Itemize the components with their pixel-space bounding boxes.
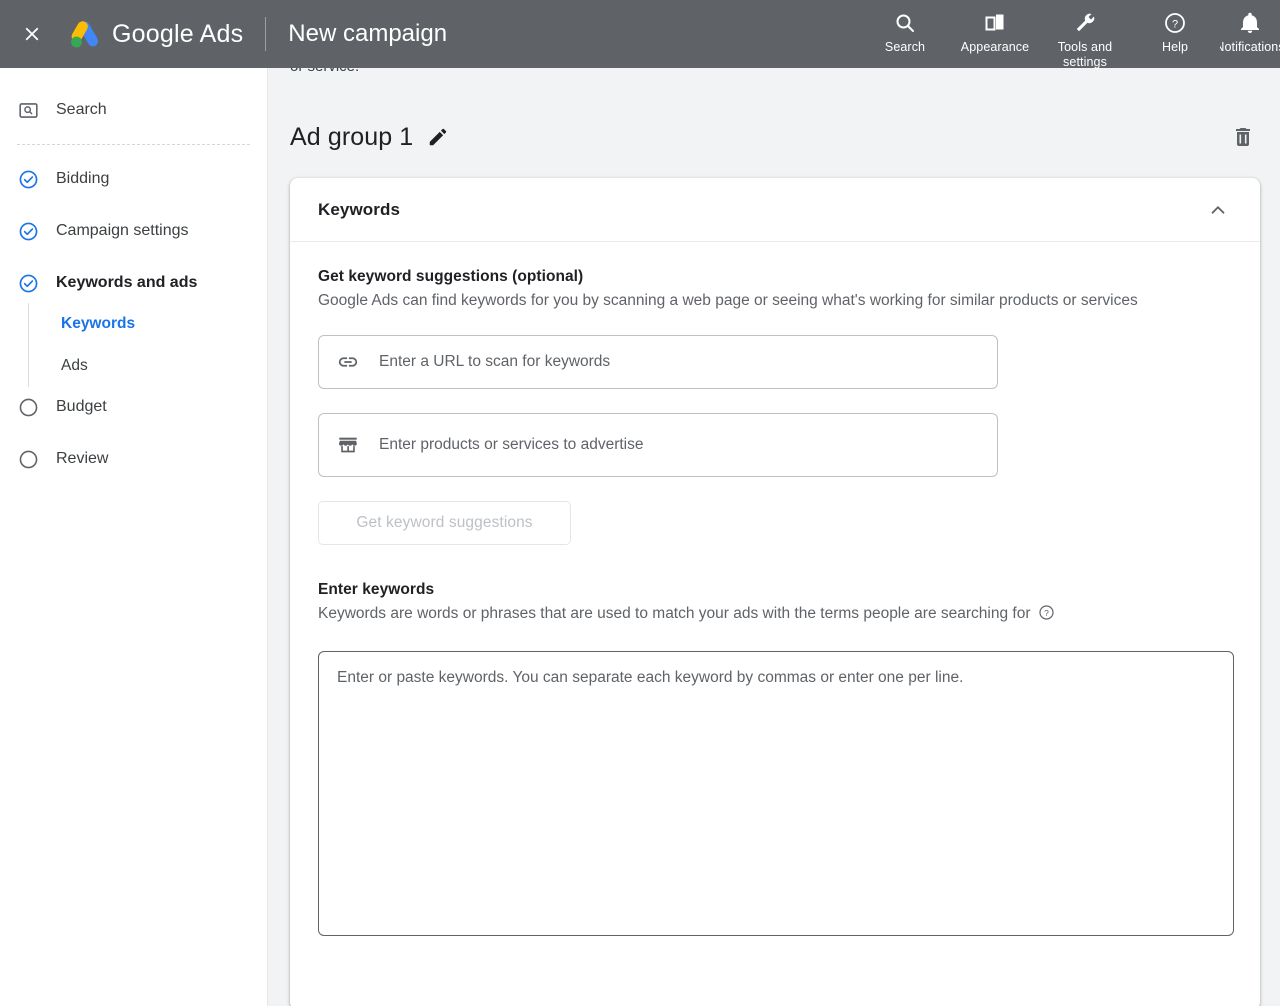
- check-circle-icon: [17, 168, 39, 190]
- sidebar-nav: Search Bidding Campaign settings Keyword…: [0, 68, 268, 1006]
- header-search-button[interactable]: Search: [860, 6, 950, 55]
- sidebar-item-search-label: Search: [56, 101, 107, 118]
- header-divider: [265, 17, 267, 51]
- keywords-card: Keywords Get keyword suggestions (option…: [290, 178, 1260, 1006]
- check-circle-icon: [17, 272, 39, 294]
- enter-keywords-title: Enter keywords: [318, 581, 435, 598]
- ad-group-header: Ad group 1: [290, 116, 1258, 158]
- header-tools-settings-button[interactable]: Tools and settings: [1040, 6, 1130, 70]
- header-appearance-button[interactable]: Appearance: [950, 6, 1040, 55]
- header-notifications-button[interactable]: Notifications: [1220, 6, 1280, 55]
- header-help-label: Help: [1161, 40, 1189, 54]
- keywords-card-body: Get keyword suggestions (optional) Googl…: [290, 242, 1260, 941]
- storefront-icon: [335, 434, 361, 456]
- google-ads-logo-icon: [66, 16, 102, 52]
- appearance-icon: [983, 10, 1007, 36]
- url-scan-field[interactable]: [318, 335, 998, 389]
- sidebar-item-budget-label: Budget: [56, 398, 107, 415]
- header-appearance-label: Appearance: [960, 40, 1030, 54]
- sidebar-item-ads-label: Ads: [61, 357, 88, 374]
- brand-google-label: Google: [112, 19, 194, 48]
- page-title: New campaign: [288, 20, 448, 47]
- ad-group-title: Ad group 1: [290, 122, 414, 151]
- sidebar-item-keywords[interactable]: Keywords: [49, 303, 267, 345]
- sidebar-item-review[interactable]: Review: [0, 439, 267, 479]
- svg-text:?: ?: [1044, 608, 1049, 618]
- scrolled-text-fragment: or service.: [290, 68, 359, 75]
- brand-ads-label: Ads: [199, 19, 244, 48]
- google-ads-brand[interactable]: Google Ads: [66, 16, 243, 52]
- header-notifications-label: Notifications: [1220, 40, 1280, 54]
- header-actions: Search Appearance Tools and settings ? H…: [860, 0, 1280, 70]
- keywords-card-title: Keywords: [318, 199, 401, 219]
- sidebar-item-bidding-label: Bidding: [56, 170, 110, 187]
- sidebar-item-keywords-and-ads-label: Keywords and ads: [56, 274, 198, 291]
- chevron-up-icon[interactable]: [1204, 196, 1232, 224]
- search-icon: [893, 10, 917, 36]
- svg-text:?: ?: [1172, 18, 1178, 30]
- sidebar-item-keywords-and-ads[interactable]: Keywords and ads: [0, 263, 267, 303]
- keywords-card-header[interactable]: Keywords: [290, 178, 1260, 242]
- keyword-suggestions-description: Google Ads can find keywords for you by …: [318, 292, 1138, 309]
- sidebar-subnav: Keywords Ads: [28, 303, 267, 387]
- empty-circle-icon: [17, 396, 39, 418]
- sidebar-divider: [17, 144, 250, 145]
- products-services-input[interactable]: [377, 435, 981, 455]
- sidebar-item-campaign-settings[interactable]: Campaign settings: [0, 211, 267, 251]
- enter-keywords-description: Keywords are words or phrases that are u…: [318, 604, 1232, 627]
- sidebar-item-bidding[interactable]: Bidding: [0, 159, 267, 199]
- empty-circle-icon: [17, 448, 39, 470]
- sidebar-item-budget[interactable]: Budget: [0, 387, 267, 427]
- trash-icon[interactable]: [1228, 122, 1258, 152]
- keyword-suggestions-title: Get keyword suggestions (optional): [318, 268, 584, 285]
- url-scan-input[interactable]: [377, 352, 981, 372]
- link-icon: [335, 351, 361, 373]
- keywords-textarea[interactable]: [318, 651, 1234, 936]
- help-circle-icon: ?: [1163, 10, 1187, 36]
- sidebar-item-review-label: Review: [56, 450, 109, 467]
- close-button[interactable]: [10, 12, 54, 56]
- header-help-button[interactable]: ? Help: [1130, 6, 1220, 55]
- search-box-icon: [17, 99, 39, 121]
- top-header-bar: Google Ads New campaign Search Appearanc…: [0, 0, 1280, 70]
- sidebar-item-search[interactable]: Search: [0, 90, 267, 130]
- products-services-field[interactable]: [318, 413, 998, 477]
- check-circle-icon: [17, 220, 39, 242]
- get-keyword-suggestions-button[interactable]: Get keyword suggestions: [318, 501, 571, 545]
- sidebar-item-keywords-label: Keywords: [61, 315, 136, 332]
- sidebar-item-ads[interactable]: Ads: [49, 345, 267, 387]
- header-search-label: Search: [884, 40, 926, 54]
- brand-text: Google Ads: [112, 20, 243, 49]
- bell-icon: [1238, 10, 1262, 36]
- close-icon: [21, 23, 43, 45]
- main-content: or service. Ad group 1 Keywords Get keyw…: [268, 68, 1280, 1006]
- pencil-icon[interactable]: [425, 124, 451, 150]
- help-circle-icon[interactable]: ?: [1038, 604, 1055, 627]
- enter-keywords-description-text: Keywords are words or phrases that are u…: [318, 605, 1031, 622]
- sidebar-item-campaign-settings-label: Campaign settings: [56, 222, 189, 239]
- header-tools-settings-label: Tools and settings: [1057, 40, 1113, 69]
- wrench-icon: [1073, 10, 1097, 36]
